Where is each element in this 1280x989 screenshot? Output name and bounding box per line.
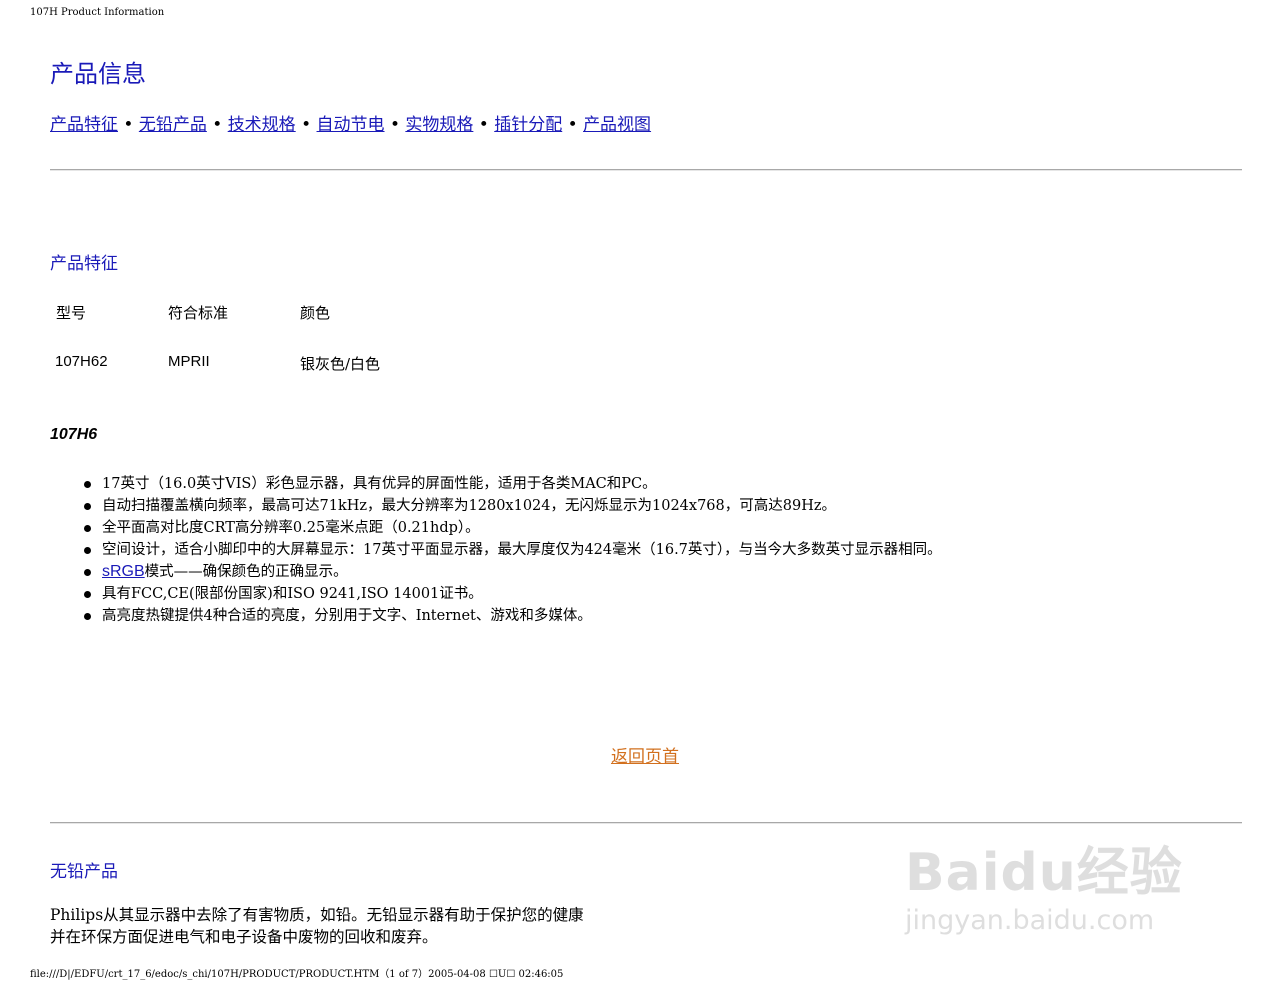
bullet-icon — [84, 525, 91, 532]
horizontal-rule — [50, 169, 1242, 171]
nav-link-auto-power[interactable]: 自动节电 — [317, 115, 385, 135]
table-header-standard: 符合标准 — [168, 304, 229, 322]
bullet-icon — [84, 547, 91, 554]
nav-separator: • — [212, 115, 223, 135]
features-list: 17英寸（16.0英寸VIS）彩色显示器，具有优异的屏面性能，适用于各类MAC和… — [84, 473, 942, 627]
watermark-url: jingyan.baidu.com — [905, 905, 1155, 936]
nav-separator: • — [478, 115, 489, 135]
table-header-model: 型号 — [56, 304, 87, 322]
list-item: 自动扫描覆盖横向频率，最高可达71kHz，最大分辨率为1280x1024，无闪烁… — [84, 495, 942, 517]
lead-free-paragraph: Philips从其显示器中去除了有害物质，如铅。无铅显示器有助于保护您的健康 并… — [50, 904, 584, 948]
baidu-watermark-logo: Baidu经验 jingyan.baidu.com — [905, 830, 1205, 940]
document-footer: file:///D|/EDFU/crt_17_6/edoc/s_chi/107H… — [30, 969, 564, 980]
features-heading: 产品特征 — [50, 254, 118, 274]
nav-link-lead-free[interactable]: 无铅产品 — [139, 115, 207, 135]
bullet-icon — [84, 591, 91, 598]
table-cell-color: 银灰色/白色 — [300, 355, 381, 373]
nav-link-tech-specs[interactable]: 技术规格 — [228, 115, 296, 135]
bullet-icon — [84, 569, 91, 576]
nav-link-features[interactable]: 产品特征 — [50, 115, 118, 135]
srgb-link[interactable]: sRGB — [102, 563, 145, 580]
document-header-title: 107H Product Information — [30, 7, 165, 18]
paragraph-line: Philips从其显示器中去除了有害物质，如铅。无铅显示器有助于保护您的健康 — [50, 906, 584, 924]
paragraph-line: 并在环保方面促进电气和电子设备中废物的回收和废弃。 — [50, 928, 438, 946]
table-cell-model: 107H62 — [55, 353, 108, 370]
nav-link-physical-specs[interactable]: 实物规格 — [405, 115, 473, 135]
horizontal-rule — [50, 822, 1242, 824]
bullet-icon — [84, 481, 91, 488]
nav-link-product-views[interactable]: 产品视图 — [583, 115, 651, 135]
nav-separator: • — [123, 115, 134, 135]
back-to-top-link[interactable]: 返回页首 — [611, 742, 679, 767]
nav-link-pin-assignment[interactable]: 插针分配 — [494, 115, 562, 135]
nav-separator: • — [567, 115, 578, 135]
bullet-icon — [84, 613, 91, 620]
page-title: 产品信息 — [50, 60, 146, 88]
table-cell-standard: MPRII — [168, 353, 210, 370]
list-item: 高亮度热键提供4种合适的亮度，分别用于文字、Internet、游戏和多媒体。 — [84, 605, 942, 627]
list-item: 全平面高对比度CRT高分辨率0.25毫米点距（0.21hdp）。 — [84, 517, 942, 539]
nav-separator: • — [389, 115, 400, 135]
section-nav: 产品特征 • 无铅产品 • 技术规格 • 自动节电 • 实物规格 • 插针分配 … — [50, 110, 651, 135]
nav-separator: • — [301, 115, 312, 135]
list-item: 具有FCC,CE(限部份国家)和ISO 9241,ISO 14001证书。 — [84, 583, 942, 605]
list-item: sRGB模式——确保颜色的正确显示。 — [84, 561, 942, 583]
watermark-brand: Baidu经验 — [905, 843, 1183, 903]
model-title: 107H6 — [50, 426, 98, 443]
list-item: 空间设计，适合小脚印中的大屏幕显示：17英寸平面显示器，最大厚度仅为424毫米（… — [84, 539, 942, 561]
lead-free-heading: 无铅产品 — [50, 862, 118, 882]
list-item: 17英寸（16.0英寸VIS）彩色显示器，具有优异的屏面性能，适用于各类MAC和… — [84, 473, 942, 495]
bullet-icon — [84, 503, 91, 510]
table-header-color: 颜色 — [300, 304, 331, 322]
